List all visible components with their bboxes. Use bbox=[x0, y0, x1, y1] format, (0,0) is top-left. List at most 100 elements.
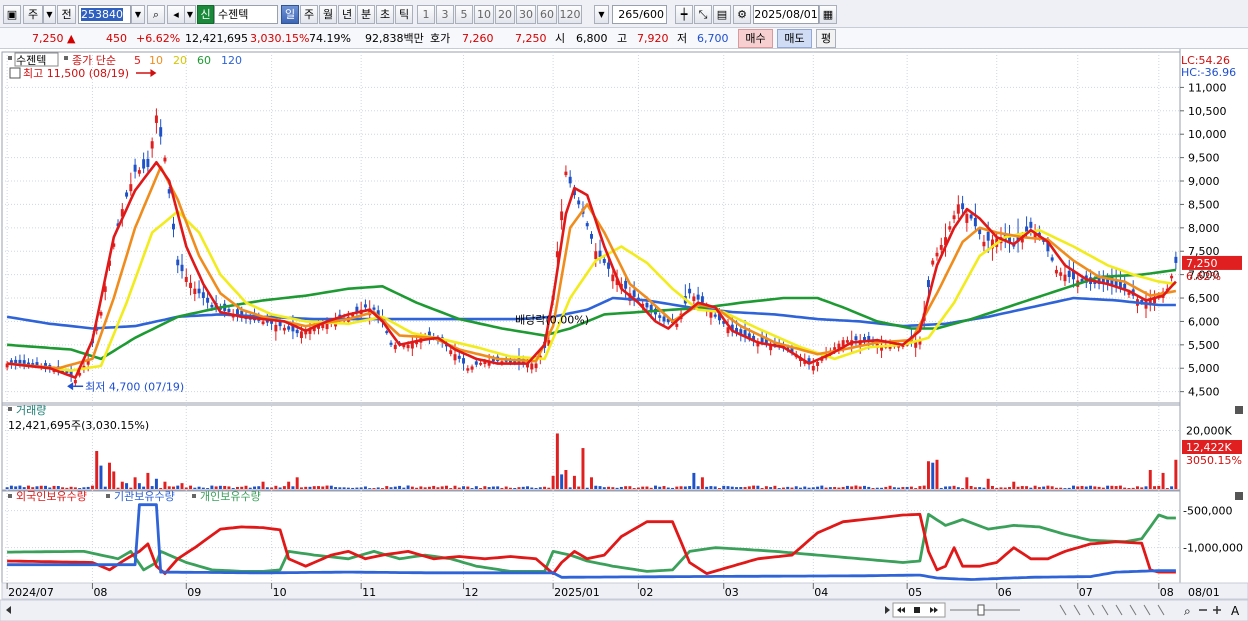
volume-panel-close-icon bbox=[1235, 406, 1243, 414]
eval-button[interactable]: 평 bbox=[816, 29, 836, 48]
volume-bar bbox=[538, 487, 542, 489]
period-6-button[interactable]: 틱 bbox=[395, 5, 413, 24]
candle-body bbox=[713, 314, 717, 317]
x-tick-label: 04 bbox=[814, 586, 828, 599]
save-icon[interactable]: ▤ bbox=[713, 5, 731, 24]
volume-bar bbox=[479, 487, 483, 489]
volume-bar bbox=[381, 488, 384, 489]
volume-bar bbox=[410, 486, 414, 489]
prev-button[interactable]: 전 bbox=[57, 5, 76, 24]
period-0-button[interactable]: 일 bbox=[281, 5, 299, 24]
volume-bar bbox=[675, 486, 679, 489]
volume-bar bbox=[1118, 485, 1122, 489]
volume-bar bbox=[551, 475, 555, 489]
type-dropdown-icon[interactable]: ▼ bbox=[43, 5, 56, 24]
speaker-icon[interactable]: ◂ bbox=[167, 5, 185, 24]
volume-bar bbox=[982, 487, 986, 489]
candle-body bbox=[1029, 221, 1033, 228]
volume-bar bbox=[760, 487, 764, 489]
speaker-dropdown-icon[interactable]: ▼ bbox=[184, 5, 196, 24]
stock-name-field[interactable]: 수젠텍 bbox=[214, 5, 278, 24]
volume-bar bbox=[270, 487, 274, 489]
price-tick-label: 5,000 bbox=[1188, 362, 1220, 375]
volume-bar bbox=[359, 487, 363, 489]
volume-bar bbox=[543, 486, 547, 489]
volume-bar bbox=[931, 462, 935, 489]
volume-bar bbox=[892, 487, 896, 489]
code-dropdown-icon[interactable]: ▼ bbox=[131, 5, 145, 24]
volume-bar bbox=[897, 487, 901, 489]
volume-bar bbox=[65, 487, 69, 489]
volume-bar bbox=[142, 486, 146, 489]
open-value: 6,800 bbox=[576, 32, 608, 45]
date-input[interactable]: 2025/08/01 bbox=[753, 5, 819, 24]
interval-3-button[interactable]: 10 bbox=[474, 5, 494, 24]
code-input[interactable]: 253840 bbox=[78, 5, 131, 24]
volume-bar bbox=[901, 487, 905, 489]
hc-label: HC:-36.96 bbox=[1181, 66, 1236, 79]
low-annotation: 최저 4,700 (07/19) bbox=[85, 380, 184, 393]
price-tick-label: 10,500 bbox=[1188, 105, 1227, 118]
volume-bar bbox=[837, 487, 841, 489]
sell-button[interactable]: 매도 bbox=[777, 29, 812, 48]
interval-4-button[interactable]: 20 bbox=[495, 5, 515, 24]
candle-body bbox=[688, 288, 692, 294]
volume-bar bbox=[973, 487, 977, 489]
dividend-label: 배당락(0.00%) bbox=[515, 313, 589, 326]
type-selector[interactable]: 주 bbox=[23, 5, 43, 24]
volume-bar bbox=[1084, 486, 1088, 489]
zoom-search-icon: ⌕ bbox=[1184, 604, 1191, 618]
volume-bar bbox=[914, 488, 918, 489]
volume-bar bbox=[1050, 486, 1054, 489]
volume-bar bbox=[649, 487, 653, 489]
stock-chart[interactable]: 4,5005,0005,5006,0006,5007,0007,5008,000… bbox=[0, 49, 1248, 621]
candle-body bbox=[389, 342, 393, 345]
period-1-button[interactable]: 주 bbox=[300, 5, 318, 24]
settings-gear-icon[interactable]: ⚙ bbox=[733, 5, 751, 24]
volume-bar bbox=[747, 486, 751, 489]
last-pct-label: 6.62% bbox=[1186, 270, 1221, 283]
candle-body bbox=[274, 324, 278, 332]
volume-bar bbox=[172, 486, 175, 489]
volume-bar bbox=[112, 471, 116, 489]
volume-bar bbox=[56, 486, 60, 489]
candle-body bbox=[598, 250, 602, 258]
volume-bar bbox=[146, 472, 150, 489]
market-badge-label: 신 bbox=[200, 8, 211, 21]
volume-bar bbox=[474, 486, 478, 489]
interval-7-button[interactable]: 120 bbox=[558, 5, 582, 24]
interval-1-button[interactable]: 3 bbox=[436, 5, 454, 24]
candle-type-icon[interactable]: ┿ bbox=[675, 5, 693, 24]
volume-bar bbox=[355, 487, 359, 489]
volume-bar bbox=[1140, 487, 1144, 489]
period-3-button[interactable]: 년 bbox=[338, 5, 356, 24]
interval-5-button[interactable]: 30 bbox=[516, 5, 536, 24]
volume-bar bbox=[598, 486, 602, 489]
interval-2-button[interactable]: 5 bbox=[455, 5, 473, 24]
count-input[interactable]: 265/600 bbox=[612, 5, 667, 24]
volume-bar bbox=[1153, 486, 1157, 489]
period-2-button[interactable]: 월 bbox=[319, 5, 337, 24]
calendar-icon[interactable]: ▦ bbox=[819, 5, 837, 24]
high-value: 7,920 bbox=[637, 32, 669, 45]
interval-dropdown-icon[interactable]: ▼ bbox=[594, 5, 609, 24]
interval-6-button[interactable]: 60 bbox=[537, 5, 557, 24]
volume-bar bbox=[295, 477, 299, 489]
period-4-button[interactable]: 분 bbox=[357, 5, 375, 24]
volume-bar bbox=[18, 485, 22, 489]
draw-tools-icon[interactable]: ⤡ bbox=[694, 5, 712, 24]
panel-toggle-icon[interactable]: ▣ bbox=[3, 5, 21, 24]
volume-value-label: 12,421,695주(3,030.15%) bbox=[8, 419, 149, 432]
volume-bar bbox=[197, 486, 201, 489]
low-label: 저 bbox=[677, 32, 688, 45]
volume-bar bbox=[189, 485, 193, 489]
volume-bar bbox=[948, 486, 952, 489]
interval-0-button[interactable]: 1 bbox=[417, 5, 435, 24]
search-icon[interactable]: ⌕ bbox=[147, 5, 165, 24]
volume-bar bbox=[389, 487, 393, 489]
candle-body bbox=[282, 327, 286, 331]
volume-bar bbox=[526, 486, 530, 489]
period-5-button[interactable]: 초 bbox=[376, 5, 394, 24]
volume-bar bbox=[935, 459, 939, 489]
buy-button[interactable]: 매수 bbox=[738, 29, 773, 48]
